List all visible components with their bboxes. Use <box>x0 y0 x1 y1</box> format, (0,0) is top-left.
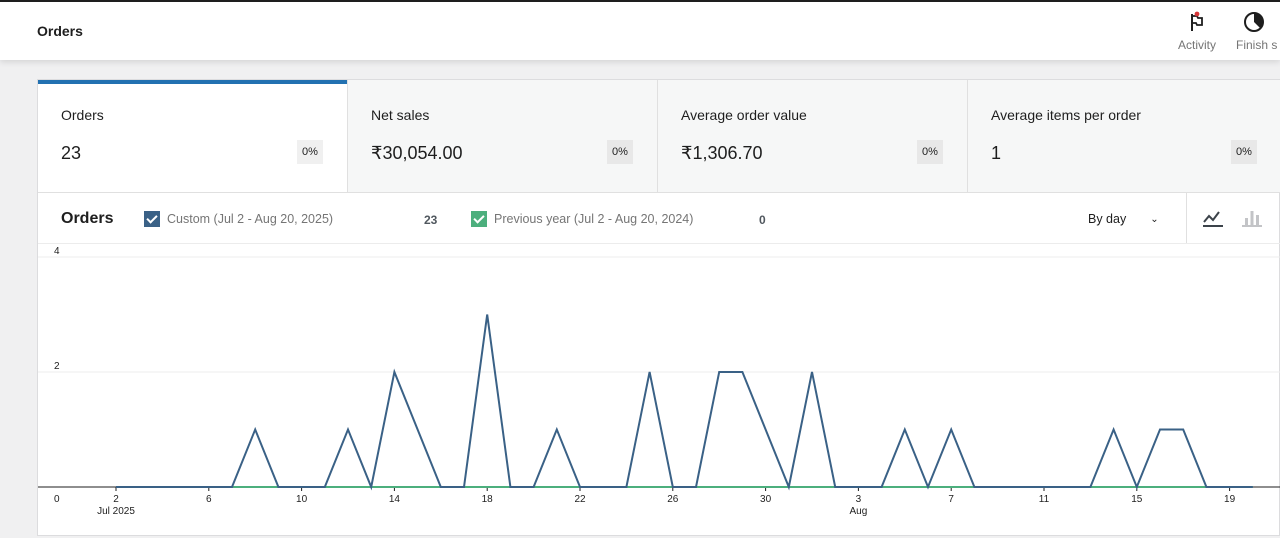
kpi-label: Orders <box>61 107 104 123</box>
chart-title: Orders <box>61 210 114 227</box>
x-tick-label: 15 <box>1131 494 1143 505</box>
y-tick-label: 2 <box>54 361 60 372</box>
legend-item-previous-year[interactable]: Previous year (Jul 2 - Aug 20, 2024) <box>471 211 693 227</box>
x-tick-label: 26 <box>667 494 679 505</box>
x-tick-label: 30 <box>760 494 772 505</box>
activity-button[interactable]: Activity <box>1170 10 1224 52</box>
activity-label: Activity <box>1177 38 1216 52</box>
kpi-net-sales[interactable]: Net sales ₹30,054.00 0% <box>348 80 658 192</box>
interval-select[interactable]: By day ⌄ <box>1088 212 1159 226</box>
series-line-custom <box>116 314 1253 491</box>
summary-numbers: Orders 23 0% Net sales ₹30,054.00 0% Ave… <box>38 80 1280 193</box>
checkbox-checked-icon[interactable] <box>471 211 487 227</box>
x-tick-label: 19 <box>1224 494 1236 505</box>
flag-icon <box>1191 11 1203 31</box>
divider <box>1186 193 1187 243</box>
kpi-value: 23 <box>61 143 82 163</box>
kpi-delta-badge: 0% <box>1231 140 1257 164</box>
kpi-label: Average order value <box>681 107 807 123</box>
page-title: Orders <box>37 23 83 39</box>
kpi-value: 1 <box>991 143 1002 163</box>
kpi-delta-badge: 0% <box>607 140 633 164</box>
x-tick-label: 10 <box>296 494 308 505</box>
kpi-label: Average items per order <box>991 107 1141 123</box>
x-tick-label: 6 <box>206 494 212 505</box>
chevron-down-icon: ⌄ <box>1150 213 1159 225</box>
report-panel: Orders 23 0% Net sales ₹30,054.00 0% Ave… <box>37 79 1280 536</box>
x-tick-label: 7 <box>948 494 954 505</box>
line-chart-icon[interactable] <box>1201 207 1225 229</box>
kpi-average-items-per-order[interactable]: Average items per order 1 0% <box>968 80 1280 192</box>
x-tick-label: 2 <box>113 494 119 505</box>
legend-item-custom[interactable]: Custom (Jul 2 - Aug 20, 2025) <box>144 211 333 227</box>
kpi-average-order-value[interactable]: Average order value ₹1,306.70 0% <box>658 80 968 192</box>
kpi-value: ₹30,054.00 <box>371 143 463 163</box>
y-tick-label: 4 <box>54 246 60 257</box>
y-tick-label: 0 <box>54 494 60 505</box>
chart-svg: 0242Jul 20256 10 14 18 22 26 30 3Aug7 11 15 19 <box>38 246 1280 517</box>
interval-value: By day <box>1088 212 1127 226</box>
legend-label: Custom (Jul 2 - Aug 20, 2025) <box>167 212 334 226</box>
x-tick-label: 3 <box>856 494 862 505</box>
progress-pie-icon <box>1244 12 1264 32</box>
kpi-delta-badge: 0% <box>917 140 943 164</box>
legend-total: 0 <box>759 213 766 227</box>
x-tick-label: 14 <box>389 494 401 505</box>
top-bar: Orders Activity Finish s <box>0 0 1280 60</box>
legend-total: 23 <box>424 213 438 227</box>
chart-header: Orders Custom (Jul 2 - Aug 20, 2025) 23 … <box>38 193 1280 244</box>
x-tick-sublabel: Jul 2025 <box>97 506 135 517</box>
kpi-delta-badge: 0% <box>297 140 323 164</box>
x-tick-label: 22 <box>574 494 586 505</box>
finish-setup-button[interactable]: Finish s <box>1236 10 1280 52</box>
legend-label: Previous year (Jul 2 - Aug 20, 2024) <box>494 212 694 226</box>
finish-setup-label: Finish s <box>1236 38 1278 52</box>
bar-chart-icon[interactable] <box>1240 207 1264 229</box>
x-tick-sublabel: Aug <box>850 506 868 517</box>
x-tick-label: 11 <box>1039 494 1050 505</box>
x-tick-label: 18 <box>482 494 494 505</box>
orders-chart: 0 2 4 2 Jul 2025 6 10 14 18 22 26 30 3 Aug 7 11 15 19 <box>38 245 1280 535</box>
kpi-label: Net sales <box>371 107 430 123</box>
kpi-value: ₹1,306.70 <box>681 143 763 163</box>
kpi-orders[interactable]: Orders 23 0% <box>38 80 348 192</box>
checkbox-checked-icon[interactable] <box>144 211 160 227</box>
